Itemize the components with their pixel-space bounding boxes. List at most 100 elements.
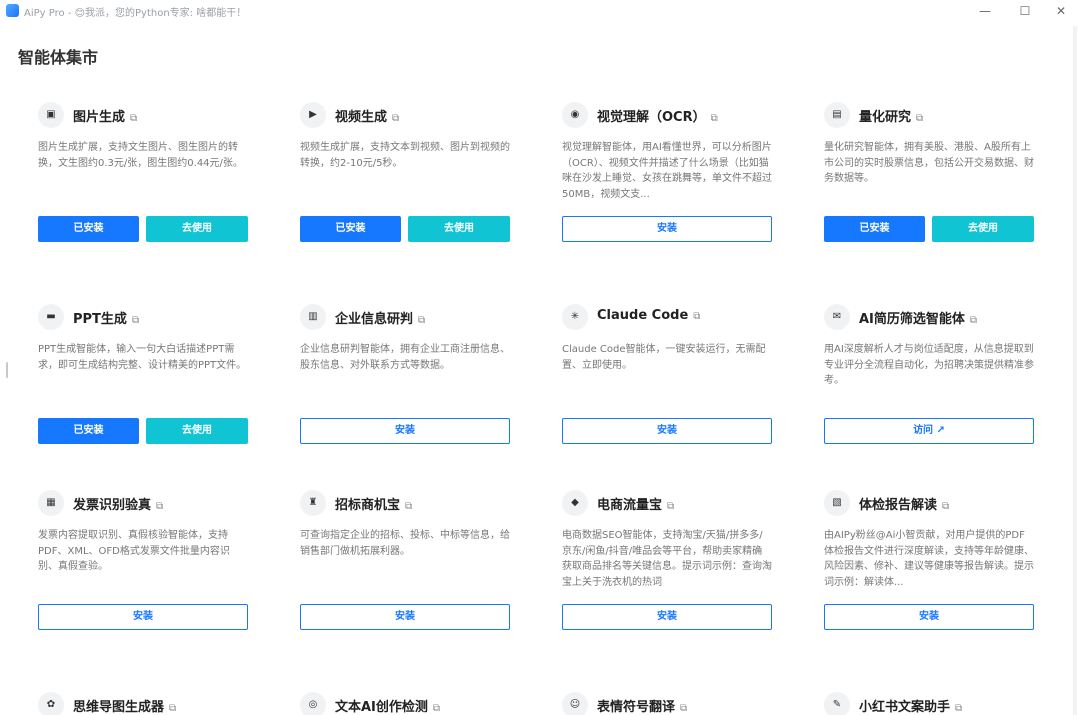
details-icon[interactable]: ⧉ — [693, 311, 700, 322]
card-description: PPT生成智能体，输入一句大白话描述PPT需求，即可生成结构完整、设计精美的PP… — [38, 344, 247, 371]
emoji-icon: ☺ — [562, 692, 588, 715]
details-icon[interactable]: ⧉ — [916, 113, 923, 124]
card-title-text: 思维导图生成器 — [73, 700, 165, 715]
details-icon[interactable]: ⧉ — [433, 703, 440, 714]
card-title: PPT生成 ⧉ — [73, 308, 139, 327]
card-title-text: PPT生成 — [73, 312, 127, 327]
install-button[interactable]: 安装 — [824, 604, 1034, 630]
card-title: 图片生成 ⧉ — [73, 106, 137, 125]
invoice-icon: ▦ — [38, 490, 64, 516]
window-title: AiPy Pro - 😊我派，您的Python专家: 啥都能干！ — [24, 8, 247, 19]
close-button[interactable]: ✕ — [1046, 1, 1076, 21]
building-icon: ▥ — [300, 304, 326, 330]
visit-button[interactable]: 访问 ↗ — [824, 418, 1034, 444]
card-title-text: AI简历筛选智能体 — [859, 312, 965, 327]
card-description: 用AI深度解析人才与岗位适配度，从信息提取到专业评分全流程自动化，为招聘决策提供… — [824, 344, 1034, 386]
card-title-text: 电商流量宝 — [597, 498, 663, 513]
card-title: 量化研究 ⧉ — [859, 106, 923, 125]
card-title: Claude Code ⧉ — [597, 308, 700, 323]
card-description: 视觉理解智能体，用AI看懂世界，可以分析图片（OCR）、视频文件并描述了什么场景… — [562, 142, 772, 200]
minimize-button[interactable]: — — [970, 1, 1000, 21]
card-description: 图片生成扩展，支持文生图片、图生图片的转换，文生图约0.3元/张，图生图约0.4… — [38, 142, 243, 169]
details-icon[interactable]: ⧉ — [667, 501, 674, 512]
card-title: 小红书文案助手 ⧉ — [859, 696, 962, 715]
mindmap-icon: ✿ — [38, 692, 64, 715]
details-icon[interactable]: ⧉ — [418, 315, 425, 326]
details-icon[interactable]: ⧉ — [970, 315, 977, 326]
installed-button[interactable]: 已安装 — [38, 216, 139, 242]
details-icon[interactable]: ⧉ — [130, 113, 137, 124]
use-button[interactable]: 去使用 — [932, 216, 1034, 242]
details-icon[interactable]: ⧉ — [680, 703, 687, 714]
details-icon[interactable]: ⧉ — [942, 501, 949, 512]
card-title: 文本AI创作检测 ⧉ — [335, 696, 440, 715]
card-description: 视频生成扩展，支持文本到视频、图片到视频的转换，约2-10元/5秒。 — [300, 142, 510, 169]
card-title: AI简历筛选智能体 ⧉ — [859, 308, 977, 327]
scrollbar[interactable] — [1073, 26, 1077, 715]
ecommerce-icon: ◆ — [562, 490, 588, 516]
card-title-text: Claude Code — [597, 308, 689, 323]
claude-icon: ✳ — [562, 304, 588, 330]
card-title-text: 文本AI创作检测 — [335, 700, 428, 715]
chart-icon: ▤ — [824, 102, 850, 128]
install-button[interactable]: 安装 — [300, 418, 510, 444]
title-bar: AiPy Pro - 😊我派，您的Python专家: 啥都能干！ — ☐ ✕ — [0, 0, 1079, 22]
details-icon[interactable]: ⧉ — [405, 501, 412, 512]
card-description: 可查询指定企业的招标、投标、中标等信息，给销售部门做机拓展利器。 — [300, 530, 510, 557]
card-title-text: 视觉理解（OCR） — [597, 110, 706, 125]
ppt-icon: ▬ — [38, 304, 64, 330]
card-title: 视频生成 ⧉ — [335, 106, 399, 125]
card-title-text: 企业信息研判 — [335, 312, 414, 327]
details-icon[interactable]: ⧉ — [156, 501, 163, 512]
maximize-button[interactable]: ☐ — [1010, 1, 1040, 21]
card-title: 招标商机宝 ⧉ — [335, 494, 412, 513]
app-logo-icon — [6, 4, 19, 17]
card-title-text: 图片生成 — [73, 110, 126, 125]
install-button[interactable]: 安装 — [562, 216, 772, 242]
use-button[interactable]: 去使用 — [146, 418, 248, 444]
card-title: 视觉理解（OCR） ⧉ — [597, 106, 718, 125]
card-title: 发票识别验真 ⧉ — [73, 494, 163, 513]
install-button[interactable]: 安装 — [562, 418, 772, 444]
card-title-text: 发票识别验真 — [73, 498, 152, 513]
install-button[interactable]: 安装 — [300, 604, 510, 630]
page-title: 智能体集市 — [18, 48, 99, 67]
card-description: 由AIPy粉丝@Ai小智贡献，对用户提供的PDF体检报告文件进行深度解读，支持等… — [824, 530, 1034, 588]
card-title: 思维导图生成器 ⧉ — [73, 696, 176, 715]
card-title-text: 量化研究 — [859, 110, 912, 125]
installed-button[interactable]: 已安装 — [300, 216, 401, 242]
report-icon: ▧ — [824, 490, 850, 516]
sidebar-resize-handle[interactable] — [6, 362, 8, 378]
use-button[interactable]: 去使用 — [408, 216, 510, 242]
resume-icon: ✉ — [824, 304, 850, 330]
installed-button[interactable]: 已安装 — [824, 216, 925, 242]
card-title: 电商流量宝 ⧉ — [597, 494, 674, 513]
detect-icon: ◎ — [300, 692, 326, 715]
card-title-text: 招标商机宝 — [335, 498, 401, 513]
card-title-text: 小红书文案助手 — [859, 700, 951, 715]
details-icon[interactable]: ⧉ — [392, 113, 399, 124]
install-button[interactable]: 安装 — [562, 604, 772, 630]
details-icon[interactable]: ⧉ — [169, 703, 176, 714]
installed-button[interactable]: 已安装 — [38, 418, 139, 444]
card-title: 体检报告解读 ⧉ — [859, 494, 949, 513]
use-button[interactable]: 去使用 — [146, 216, 248, 242]
card-description: 量化研究智能体，拥有美股、港股、A股所有上市公司的实时股票信息，包括公开交易数据… — [824, 142, 1034, 184]
card-description: 发票内容提取识别、真假核验智能体，支持PDF、XML、OFD格式发票文件批量内容… — [38, 530, 230, 572]
install-button[interactable]: 安装 — [38, 604, 248, 630]
card-title: 企业信息研判 ⧉ — [335, 308, 425, 327]
details-icon[interactable]: ⧉ — [955, 703, 962, 714]
card-title-text: 表情符号翻译 — [597, 700, 676, 715]
card-title-text: 体检报告解读 — [859, 498, 938, 513]
card-title: 表情符号翻译 ⧉ — [597, 696, 687, 715]
card-title-text: 视频生成 — [335, 110, 388, 125]
details-icon[interactable]: ⧉ — [711, 113, 718, 124]
details-icon[interactable]: ⧉ — [132, 315, 139, 326]
video-icon: ▶ — [300, 102, 326, 128]
card-description: 企业信息研判智能体，拥有企业工商注册信息、股东信息、对外联系方式等数据。 — [300, 344, 510, 371]
pen-icon: ✎ — [824, 692, 850, 715]
bid-icon: ♜ — [300, 490, 326, 516]
card-description: 电商数据SEO智能体，支持淘宝/天猫/拼多多/京东/闲鱼/抖音/唯品会等平台，帮… — [562, 530, 772, 588]
card-description: Claude Code智能体，一键安装运行，无需配置、立即使用。 — [562, 344, 766, 371]
image-icon: ▣ — [38, 102, 64, 128]
